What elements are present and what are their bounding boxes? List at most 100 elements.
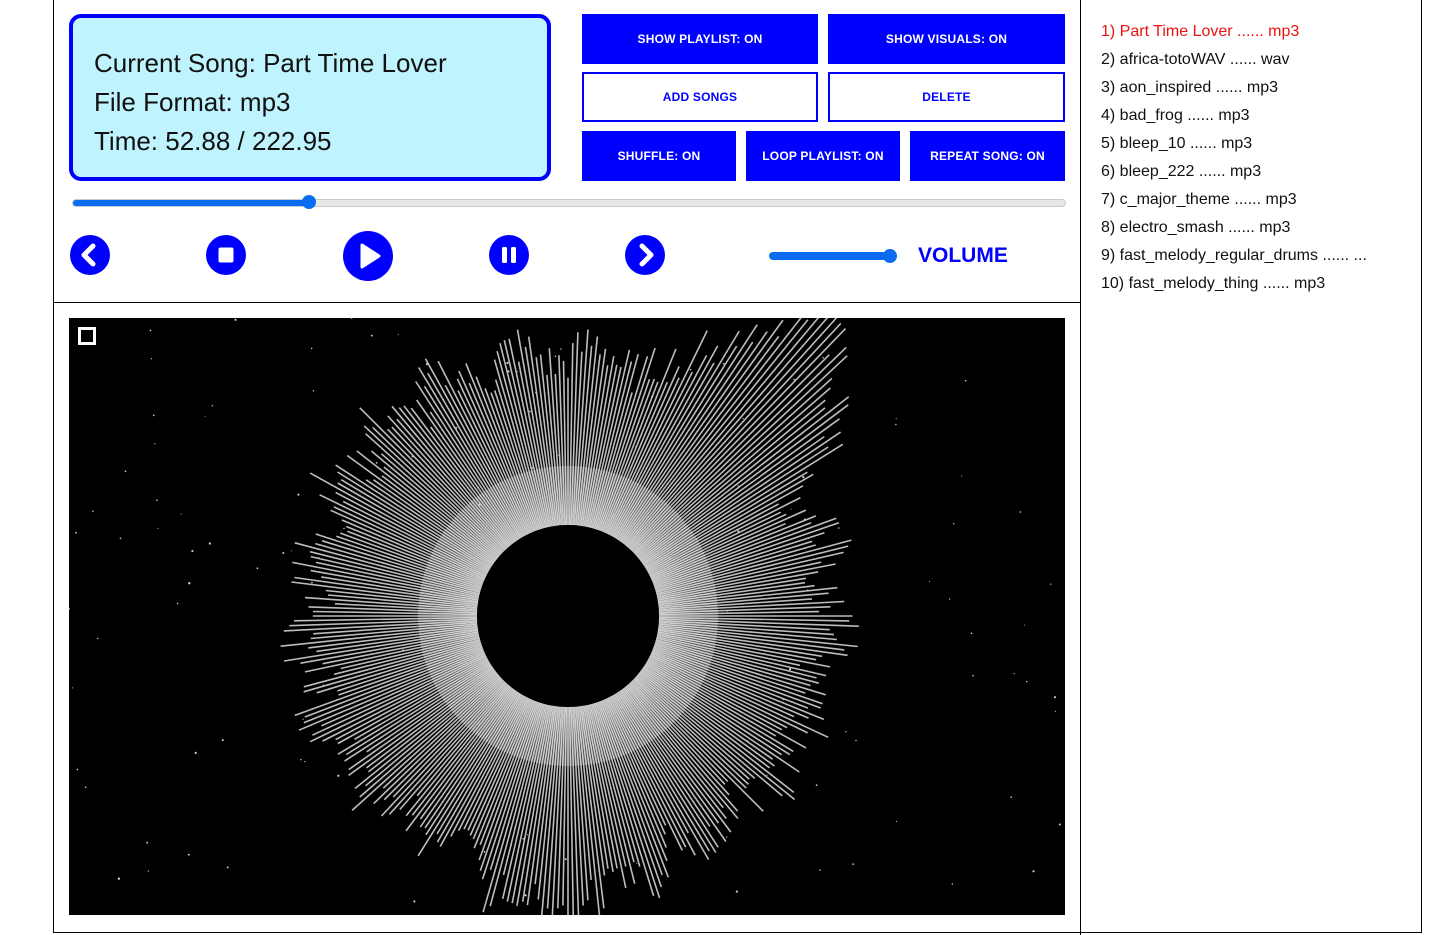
next-icon xyxy=(639,243,654,267)
star-dot xyxy=(517,371,519,373)
current-song-text: Current Song: Part Time Lover xyxy=(94,48,447,78)
star-dot xyxy=(689,368,692,371)
file-format-text: File Format: mp3 xyxy=(94,87,291,117)
star-dot xyxy=(766,774,768,776)
star-dot xyxy=(819,869,821,871)
previous-button[interactable] xyxy=(70,235,110,275)
playlist-item[interactable]: 10) fast_melody_thing ...... mp3 xyxy=(1101,272,1367,300)
playlist-item[interactable]: 8) electro_smash ...... mp3 xyxy=(1101,216,1367,244)
pause-button[interactable] xyxy=(489,235,529,275)
star-dot xyxy=(226,866,229,869)
star-dot xyxy=(953,523,955,525)
playlist-item[interactable]: 4) bad_frog ...... mp3 xyxy=(1101,104,1367,132)
visualizer-toggle-checkbox[interactable] xyxy=(78,327,96,345)
play-icon xyxy=(360,243,381,269)
show-visuals-button[interactable]: SHOW VISUALS: ON xyxy=(828,14,1065,64)
star-dot xyxy=(75,531,77,534)
playlist-item[interactable]: 9) fast_melody_regular_drums ...... ... xyxy=(1101,244,1367,272)
star-dot xyxy=(124,470,127,473)
star-dot xyxy=(350,318,353,319)
star-dot xyxy=(211,405,214,407)
star-dot xyxy=(304,761,306,763)
star-dot xyxy=(822,357,824,359)
star-dot xyxy=(176,602,179,605)
star-dot xyxy=(300,758,302,761)
star-dot xyxy=(157,527,159,530)
star-dot xyxy=(370,334,373,337)
star-dot xyxy=(337,774,340,777)
star-dot xyxy=(343,527,345,530)
star-dot xyxy=(1024,624,1026,626)
star-dot xyxy=(636,862,638,864)
star-dot xyxy=(972,674,974,677)
star-dot xyxy=(742,417,744,420)
star-dot xyxy=(1058,823,1061,826)
star-dot xyxy=(147,870,149,872)
star-dot xyxy=(312,390,315,392)
loop-playlist-button[interactable]: LOOP PLAYLIST: ON xyxy=(746,131,900,181)
volume-slider[interactable] xyxy=(769,252,894,260)
star-dot xyxy=(297,493,300,496)
now-playing-panel: Current Song: Part Time Lover File Forma… xyxy=(69,14,551,181)
star-dot xyxy=(790,508,792,510)
star-dot xyxy=(282,552,285,554)
star-dot xyxy=(802,476,805,479)
star-dot xyxy=(564,858,567,861)
star-dot xyxy=(191,549,194,553)
previous-icon xyxy=(81,243,96,267)
star-dot xyxy=(527,834,529,836)
star-dot xyxy=(964,379,967,382)
playlist-item[interactable]: 7) c_major_theme ...... mp3 xyxy=(1101,188,1367,216)
time-text: Time: 52.88 / 222.95 xyxy=(94,126,332,156)
star-dot xyxy=(152,414,155,417)
play-button[interactable] xyxy=(343,231,393,281)
playlist-item[interactable]: 5) bleep_10 ...... mp3 xyxy=(1101,132,1367,160)
star-dot xyxy=(560,348,562,350)
star-dot xyxy=(221,739,224,742)
star-dot xyxy=(970,632,973,635)
stop-button[interactable] xyxy=(206,235,246,275)
star-dot xyxy=(188,582,191,585)
show-playlist-button[interactable]: SHOW PLAYLIST: ON xyxy=(582,14,818,64)
audio-visualizer xyxy=(69,318,1065,915)
playlist: 1) Part Time Lover ...... mp3 2) africa-t… xyxy=(1101,20,1367,300)
star-dot xyxy=(895,820,898,822)
star-dot xyxy=(735,890,739,893)
star-dot xyxy=(375,462,378,464)
center-circle xyxy=(477,525,659,707)
playlist-item[interactable]: 6) bleep_222 ...... mp3 xyxy=(1101,160,1367,188)
star-dot xyxy=(506,361,509,365)
repeat-song-button[interactable]: REPEAT SONG: ON xyxy=(910,131,1065,181)
progress-thumb[interactable] xyxy=(301,195,316,209)
playlist-item[interactable]: 1) Part Time Lover ...... mp3 xyxy=(1101,20,1367,48)
playlist-item[interactable]: 2) africa-totoWAV ...... wav xyxy=(1101,48,1367,76)
shuffle-button[interactable]: SHUFFLE: ON xyxy=(582,131,736,181)
star-dot xyxy=(154,443,156,445)
star-dot xyxy=(747,739,749,741)
star-dot xyxy=(146,841,149,844)
next-button[interactable] xyxy=(625,235,665,275)
star-dot xyxy=(76,768,79,771)
add-songs-button[interactable]: ADD SONGS xyxy=(582,72,818,122)
star-dot xyxy=(117,877,121,880)
volume-thumb[interactable] xyxy=(883,249,897,263)
star-dot xyxy=(310,347,313,350)
star-dot xyxy=(204,415,206,417)
delete-button[interactable]: DELETE xyxy=(828,72,1065,122)
star-dot xyxy=(948,598,951,600)
star-dot xyxy=(951,883,954,885)
playlist-item[interactable]: 3) aon_inspired ...... mp3 xyxy=(1101,76,1367,104)
volume-label: VOLUME xyxy=(918,244,1008,267)
star-dot xyxy=(529,410,531,413)
star-dot xyxy=(1032,870,1035,873)
star-dot xyxy=(837,527,840,529)
star-dot xyxy=(194,751,197,754)
progress-slider[interactable] xyxy=(72,195,1066,209)
star-dot xyxy=(397,333,399,335)
star-dot xyxy=(961,475,963,477)
star-dot xyxy=(1026,680,1028,683)
star-dot xyxy=(554,355,557,358)
star-dot xyxy=(311,581,313,584)
star-dot xyxy=(1019,511,1022,513)
star-dot xyxy=(1050,583,1052,585)
